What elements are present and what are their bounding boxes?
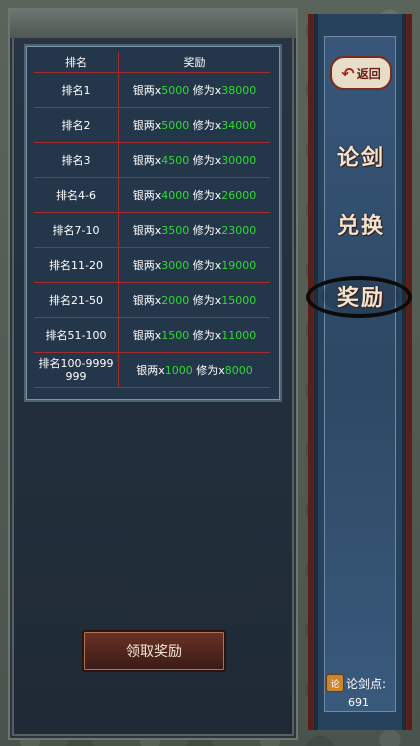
nav-item-lunjian[interactable]: 论剑: [316, 134, 406, 178]
back-button-label: 返回: [356, 66, 381, 81]
rank-cell: 排名7-10: [34, 212, 119, 248]
back-button[interactable]: ↶ 返回: [330, 56, 392, 90]
reward-cell: 银两x4500 修为x30000: [118, 142, 270, 178]
back-arrow-icon: ↶: [341, 63, 355, 83]
rank-cell: 排名21-50: [34, 282, 119, 318]
reward-cell: 银两x5000 修为x34000: [118, 107, 270, 143]
reward-panel: 排名 奖励 排名1 银两x5000 修为x38000 排名2 银两x5000 修…: [8, 8, 298, 740]
nav-scroll-panel: [308, 14, 412, 730]
table-row: 排名7-10 银两x3500 修为x23000: [34, 212, 270, 248]
table-row: 排名3 银两x4500 修为x30000: [34, 142, 270, 178]
claim-reward-button[interactable]: 领取奖励: [82, 630, 226, 672]
rank-cell: 排名4-6: [34, 177, 119, 213]
rank-column-header: 排名: [34, 52, 119, 73]
lunjian-points-value: 691: [348, 696, 369, 709]
panel-top-strip: [10, 10, 296, 38]
reward-cell: 银两x3500 修为x23000: [118, 212, 270, 248]
reward-table-frame: 排名 奖励 排名1 银两x5000 修为x38000 排名2 银两x5000 修…: [24, 44, 282, 402]
reward-cell: 银两x4000 修为x26000: [118, 177, 270, 213]
rank-cell: 排名1: [34, 72, 119, 108]
reward-cell: 银两x1000 修为x8000: [118, 352, 270, 388]
lunjian-points-label: 论剑点:: [346, 677, 387, 691]
rank-cell: 排名2: [34, 107, 119, 143]
table-row: 排名4-6 银两x4000 修为x26000: [34, 177, 270, 213]
reward-cell: 银两x1500 修为x11000: [118, 317, 270, 353]
reward-cell: 银两x5000 修为x38000: [118, 72, 270, 108]
table-header-row: 排名 奖励: [34, 52, 270, 73]
table-row: 排名21-50 银两x2000 修为x15000: [34, 282, 270, 318]
table-row: 排名100-9999999 银两x1000 修为x8000: [34, 352, 270, 388]
table-row: 排名51-100 银两x1500 修为x11000: [34, 317, 270, 353]
nav-item-duihuan[interactable]: 兑换: [316, 202, 406, 246]
table-row: 排名1 银两x5000 修为x38000: [34, 72, 270, 108]
rank-cell: 排名100-9999999: [34, 352, 119, 388]
reward-cell: 银两x3000 修为x19000: [118, 247, 270, 283]
reward-cell: 银两x2000 修为x15000: [118, 282, 270, 318]
reward-table: 排名 奖励 排名1 银两x5000 修为x38000 排名2 银两x5000 修…: [34, 52, 270, 388]
rank-cell: 排名3: [34, 142, 119, 178]
rank-cell: 排名11-20: [34, 247, 119, 283]
reward-column-header: 奖励: [118, 52, 270, 73]
table-row: 排名2 银两x5000 修为x34000: [34, 107, 270, 143]
nav-item-jiangli[interactable]: 奖励: [316, 274, 406, 318]
table-row: 排名11-20 银两x3000 修为x19000: [34, 247, 270, 283]
lunjian-points-icon: 论: [326, 674, 344, 692]
rank-cell: 排名51-100: [34, 317, 119, 353]
